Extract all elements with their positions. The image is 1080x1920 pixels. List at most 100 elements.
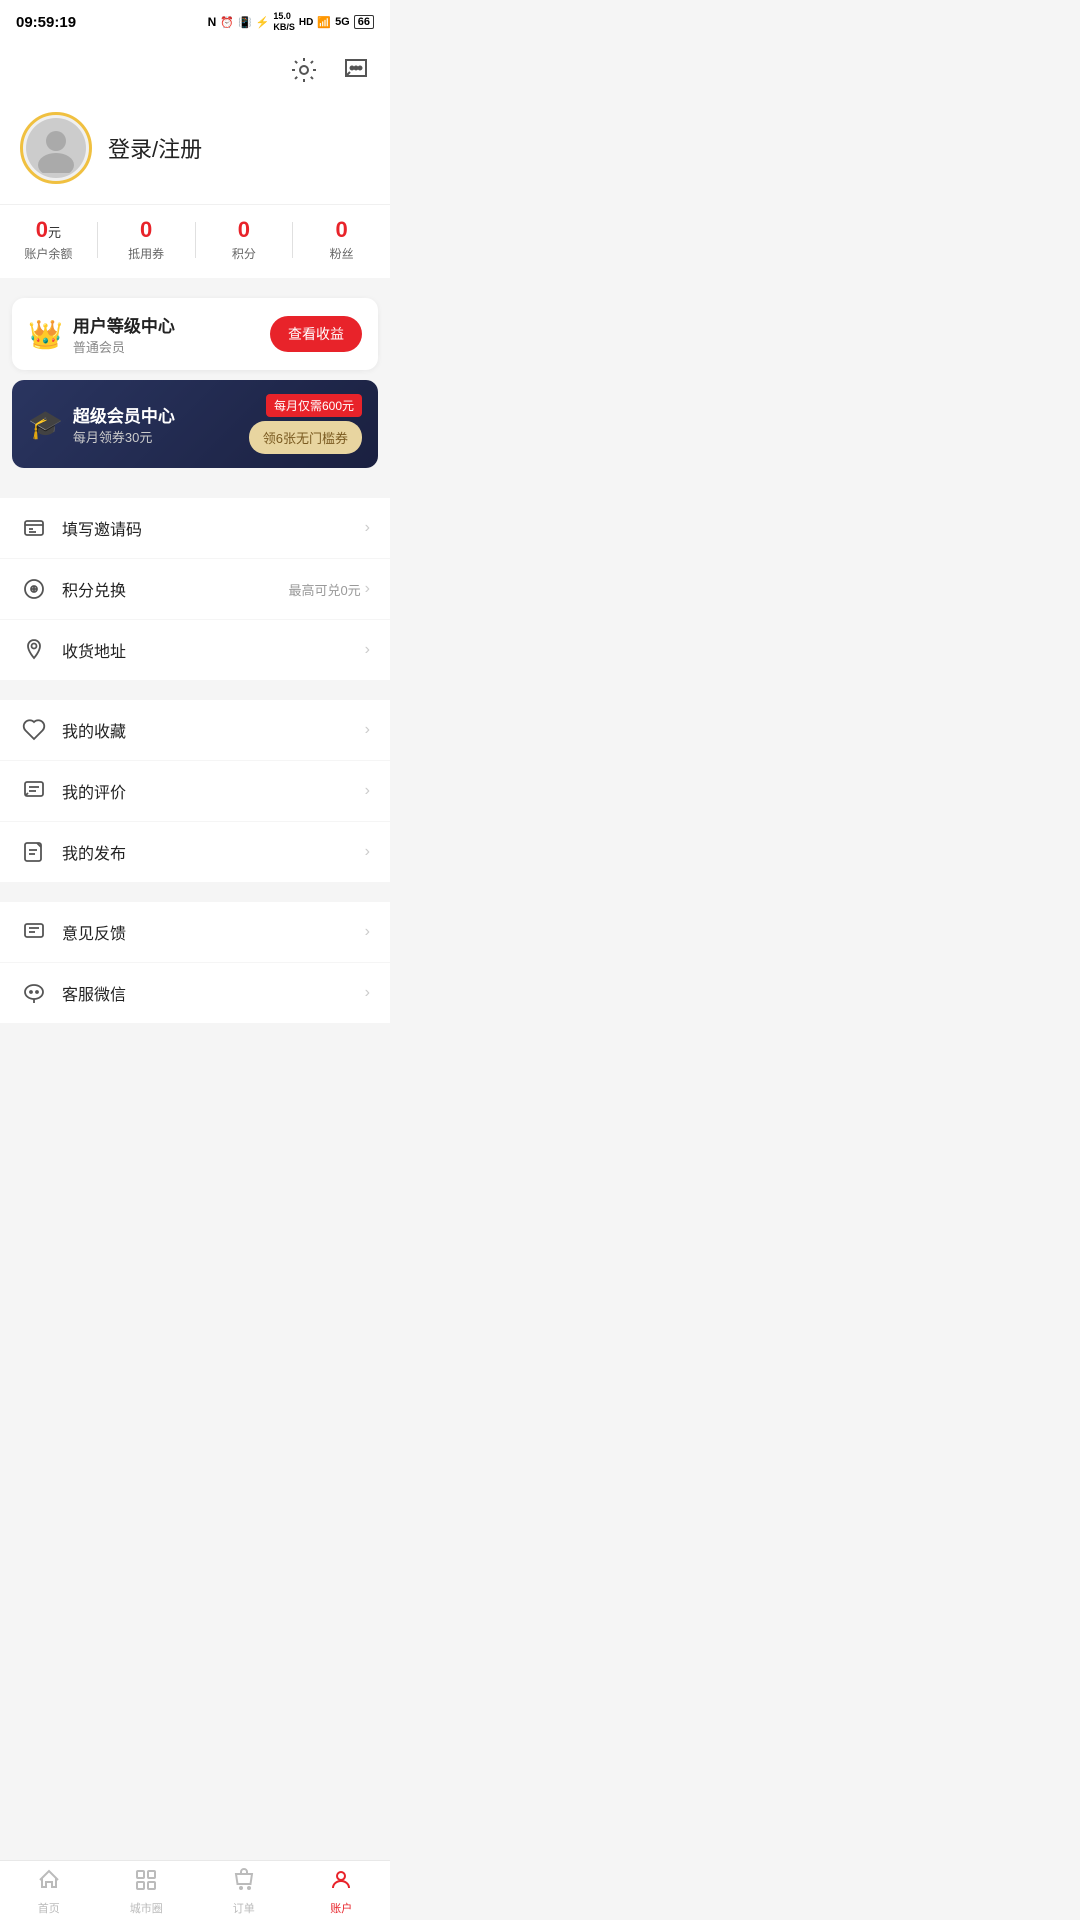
nav-order-label: 订单 (233, 1900, 255, 1916)
menu-item-points-exchange[interactable]: 积分兑换 最高可兑0元 › (0, 559, 390, 620)
stat-points-value: 0 (238, 217, 250, 243)
stat-voucher[interactable]: 0 抵用券 (98, 217, 195, 262)
points-exchange-label: 积分兑换 (62, 577, 288, 601)
top-bar (0, 44, 390, 96)
my-posts-label: 我的发布 (62, 840, 365, 864)
points-exchange-arrow: › (365, 580, 370, 598)
super-member-title: 超级会员中心 (73, 402, 175, 427)
wechat-label: 客服微信 (62, 981, 365, 1005)
nav-home[interactable]: 首页 (0, 1862, 98, 1916)
member-card-subtitle: 普通会员 (73, 337, 175, 356)
bluetooth-icon: ⚡ (256, 16, 270, 29)
shipping-address-icon (20, 636, 48, 664)
member-card-title: 用户等级中心 (73, 312, 175, 337)
super-member-left: 🎓 超级会员中心 每月领券30元 (28, 402, 175, 446)
view-earnings-button[interactable]: 查看收益 (270, 316, 362, 352)
super-member-right: 每月仅需600元 领6张无门槛券 (249, 394, 362, 454)
shipping-address-label: 收货地址 (62, 638, 365, 662)
menu-item-favorites[interactable]: 我的收藏 › (0, 700, 390, 761)
home-icon (37, 1868, 61, 1898)
data-speed: 15.0KB/S (273, 11, 295, 33)
stat-fans-label: 粉丝 (330, 245, 354, 262)
vibrate-icon: 📳 (238, 16, 252, 29)
feedback-label: 意见反馈 (62, 920, 365, 944)
get-coupon-button[interactable]: 领6张无门槛券 (249, 421, 362, 454)
reviews-arrow: › (365, 782, 370, 800)
nav-account-label: 账户 (330, 1900, 352, 1916)
member-info: 用户等级中心 普通会员 (73, 312, 175, 356)
super-member-banner[interactable]: 🎓 超级会员中心 每月领券30元 每月仅需600元 领6张无门槛券 (12, 380, 378, 468)
stat-balance-value: 0元 (36, 217, 61, 243)
nav-home-label: 首页 (38, 1900, 60, 1916)
favorites-icon (20, 716, 48, 744)
invite-code-icon (20, 514, 48, 542)
avatar-image (26, 118, 86, 178)
favorites-label: 我的收藏 (62, 718, 365, 742)
member-card[interactable]: 👑 用户等级中心 普通会员 查看收益 (12, 298, 378, 370)
account-icon (329, 1868, 353, 1898)
my-posts-icon (20, 838, 48, 866)
wechat-arrow: › (365, 984, 370, 1002)
section-divider-1 (0, 278, 390, 288)
my-posts-arrow: › (365, 843, 370, 861)
login-register-text[interactable]: 登录/注册 (108, 132, 202, 164)
price-badge: 每月仅需600元 (266, 394, 362, 417)
profile-section[interactable]: 登录/注册 (0, 96, 390, 204)
nav-cityring[interactable]: 城市圈 (98, 1862, 196, 1916)
status-bar: 09:59:19 N ⏰ 📳 ⚡ 15.0KB/S HD 📶 5G 66 (0, 0, 390, 44)
stat-points[interactable]: 0 积分 (196, 217, 293, 262)
nav-order[interactable]: 订单 (195, 1862, 293, 1916)
super-member-info: 超级会员中心 每月领券30元 (73, 402, 175, 446)
nav-account[interactable]: 账户 (293, 1862, 391, 1916)
reviews-icon (20, 777, 48, 805)
crown-icon: 👑 (28, 318, 63, 351)
menu-item-shipping-address[interactable]: 收货地址 › (0, 620, 390, 680)
status-icons: N ⏰ 📳 ⚡ 15.0KB/S HD 📶 5G 66 (208, 11, 374, 33)
nav-cityring-label: 城市圈 (130, 1900, 163, 1916)
menu-section-3: 意见反馈 › 客服微信 › (0, 902, 390, 1023)
stat-balance-label: 账户余额 (24, 245, 72, 262)
section-divider-4 (0, 882, 390, 892)
points-exchange-extra: 最高可兑0元 (288, 580, 360, 599)
status-time: 09:59:19 (16, 14, 76, 31)
bottom-nav: 首页 城市圈 订单 (0, 1860, 390, 1920)
menu-item-reviews[interactable]: 我的评价 › (0, 761, 390, 822)
graduation-icon: 🎓 (28, 408, 63, 441)
nfc-icon: N (208, 15, 217, 29)
battery-icon: 66 (354, 15, 374, 29)
menu-item-feedback[interactable]: 意见反馈 › (0, 902, 390, 963)
feedback-arrow: › (365, 923, 370, 941)
avatar[interactable] (20, 112, 92, 184)
stat-voucher-label: 抵用券 (128, 245, 164, 262)
shipping-address-arrow: › (365, 641, 370, 659)
cityring-icon (134, 1868, 158, 1898)
hd-icon: HD (299, 17, 313, 28)
signal-icon: 5G (335, 16, 350, 28)
stat-fans-value: 0 (336, 217, 348, 243)
stat-fans[interactable]: 0 粉丝 (293, 217, 390, 262)
chat-button[interactable] (338, 52, 374, 88)
menu-item-my-posts[interactable]: 我的发布 › (0, 822, 390, 882)
favorites-arrow: › (365, 721, 370, 739)
settings-button[interactable] (286, 52, 322, 88)
super-member-inner: 🎓 超级会员中心 每月领券30元 每月仅需600元 领6张无门槛券 (12, 380, 378, 468)
stat-points-label: 积分 (232, 245, 256, 262)
points-exchange-icon (20, 575, 48, 603)
reviews-label: 我的评价 (62, 779, 365, 803)
menu-item-invite-code[interactable]: 填写邀请码 › (0, 498, 390, 559)
section-divider-2 (0, 478, 390, 488)
order-icon (232, 1868, 256, 1898)
feedback-icon (20, 918, 48, 946)
wifi-icon: 📶 (317, 16, 331, 29)
menu-section-2: 我的收藏 › 我的评价 › 我的发布 › (0, 700, 390, 882)
menu-item-wechat[interactable]: 客服微信 › (0, 963, 390, 1023)
stat-balance[interactable]: 0元 账户余额 (0, 217, 97, 262)
section-divider-3 (0, 680, 390, 690)
invite-code-label: 填写邀请码 (62, 516, 365, 540)
menu-section-1: 填写邀请码 › 积分兑换 最高可兑0元 › 收货地址 › (0, 498, 390, 680)
wechat-icon (20, 979, 48, 1007)
alarm-icon: ⏰ (220, 16, 234, 29)
stats-row: 0元 账户余额 0 抵用券 0 积分 0 粉丝 (0, 204, 390, 278)
super-member-subtitle: 每月领券30元 (73, 427, 175, 446)
invite-code-arrow: › (365, 519, 370, 537)
